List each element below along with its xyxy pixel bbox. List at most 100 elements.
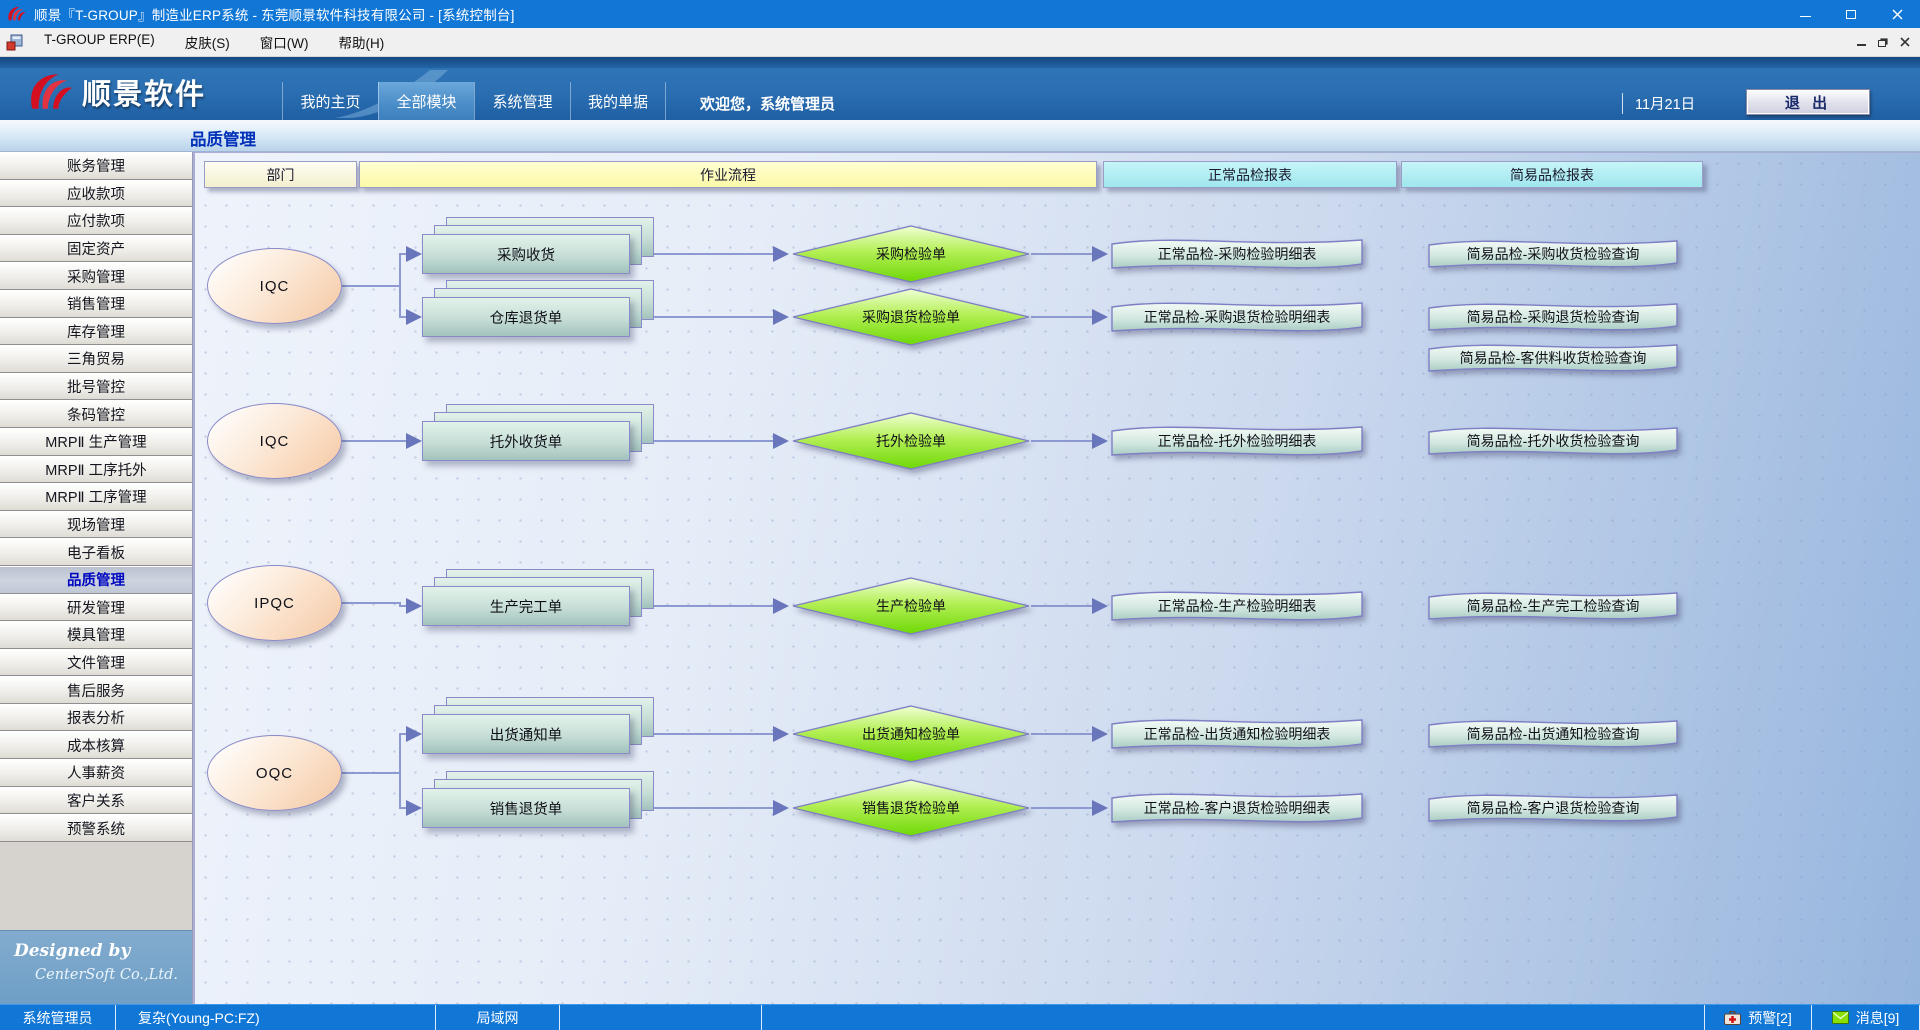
shunjing-logo-icon bbox=[26, 71, 72, 113]
tab-系统管理[interactable]: 系统管理 bbox=[474, 82, 570, 120]
report-node-正常品检-采购检验明细表[interactable]: 正常品检-采购检验明细表 bbox=[1110, 235, 1364, 273]
process-node-生产完工单[interactable]: 生产完工单 bbox=[422, 586, 630, 626]
query-node-简易品检-采购收货检验查询[interactable]: 简易品检-采购收货检验查询 bbox=[1427, 236, 1679, 272]
query-node-简易品检-客供料收货检验查询[interactable]: 简易品检-客供料收货检验查询 bbox=[1427, 340, 1679, 376]
sidebar-item-应付款项[interactable]: 应付款项 bbox=[0, 207, 192, 235]
app-header: 顺景软件 我的主页全部模块系统管理我的单据 欢迎您，系统管理员 11月21日 退… bbox=[0, 57, 1920, 120]
sidebar-item-人事薪资[interactable]: 人事薪资 bbox=[0, 759, 192, 787]
diamond-node-出货通知检验单[interactable]: 出货通知检验单 bbox=[791, 705, 1031, 763]
tab-全部模块[interactable]: 全部模块 bbox=[378, 82, 474, 120]
diamond-node-销售退货检验单[interactable]: 销售退货检验单 bbox=[791, 779, 1031, 837]
process-node-销售退货单[interactable]: 销售退货单 bbox=[422, 788, 630, 828]
status-user: 系统管理员 bbox=[0, 1005, 116, 1030]
maximize-button[interactable] bbox=[1828, 0, 1874, 28]
diamond-node-采购检验单[interactable]: 采购检验单 bbox=[791, 225, 1031, 283]
report-node-正常品检-客户退货检验明细表[interactable]: 正常品检-客户退货检验明细表 bbox=[1110, 789, 1364, 827]
status-bar: 系统管理员 复杂(Young-PC:FZ) 局域网 预警[2] 消息[9] bbox=[0, 1004, 1920, 1030]
exit-button[interactable]: 退 出 bbox=[1746, 89, 1870, 115]
process-node-仓库退货单[interactable]: 仓库退货单 bbox=[422, 297, 630, 337]
menu-items: T-GROUP ERP(E) 皮肤(S) 窗口(W) 帮助(H) bbox=[33, 28, 403, 56]
sidebar-item-现场管理[interactable]: 现场管理 bbox=[0, 511, 192, 539]
sidebar-item-报表分析[interactable]: 报表分析 bbox=[0, 704, 192, 732]
process-node-托外收货单[interactable]: 托外收货单 bbox=[422, 421, 630, 461]
query-node-简易品检-出货通知检验查询[interactable]: 简易品检-出货通知检验查询 bbox=[1427, 716, 1679, 752]
welcome-text: 欢迎您，系统管理员 bbox=[700, 93, 835, 114]
department-ellipse-iqc-1: IQC bbox=[207, 403, 342, 479]
sidebar-item-售后服务[interactable]: 售后服务 bbox=[0, 676, 192, 704]
sidebar-item-MRPⅡ 生产管理[interactable]: MRPⅡ 生产管理 bbox=[0, 428, 192, 456]
alerts-label: 预警[2] bbox=[1748, 1008, 1792, 1028]
form-icon bbox=[6, 34, 23, 51]
designed-by-company: CenterSoft Co.,Ltd. bbox=[14, 967, 178, 983]
lane-header-部门: 部门 bbox=[204, 161, 357, 188]
sidebar-item-固定资产[interactable]: 固定资产 bbox=[0, 235, 192, 263]
query-node-简易品检-生产完工检验查询[interactable]: 简易品检-生产完工检验查询 bbox=[1427, 588, 1679, 624]
brand-logo: 顺景软件 bbox=[26, 71, 206, 113]
mdi-restore-button[interactable] bbox=[1872, 32, 1894, 52]
process-node-采购收货[interactable]: 采购收货 bbox=[422, 234, 630, 274]
diamond-node-托外检验单[interactable]: 托外检验单 bbox=[791, 412, 1031, 470]
menu-item-3[interactable]: 帮助(H) bbox=[328, 28, 396, 56]
status-empty-segment bbox=[560, 1005, 762, 1030]
maximize-icon bbox=[1846, 10, 1856, 19]
sidebar-item-账务管理[interactable]: 账务管理 bbox=[0, 152, 192, 180]
report-node-正常品检-生产检验明细表[interactable]: 正常品检-生产检验明细表 bbox=[1110, 587, 1364, 625]
close-button[interactable] bbox=[1874, 0, 1920, 28]
sidebar-item-MRPⅡ 工序管理[interactable]: MRPⅡ 工序管理 bbox=[0, 483, 192, 511]
report-node-正常品检-托外检验明细表[interactable]: 正常品检-托外检验明细表 bbox=[1110, 422, 1364, 460]
sub-header: 品质管理 bbox=[0, 120, 1920, 152]
sidebar-item-预警系统[interactable]: 预警系统 bbox=[0, 814, 192, 842]
menu-item-2[interactable]: 窗口(W) bbox=[249, 28, 320, 56]
query-node-简易品检-采购退货检验查询[interactable]: 简易品检-采购退货检验查询 bbox=[1427, 299, 1679, 335]
messages-button[interactable]: 消息[9] bbox=[1812, 1005, 1920, 1030]
sidebar-item-库存管理[interactable]: 库存管理 bbox=[0, 318, 192, 346]
diamond-node-生产检验单[interactable]: 生产检验单 bbox=[791, 577, 1031, 635]
sidebar-item-客户关系[interactable]: 客户关系 bbox=[0, 787, 192, 815]
sidebar-item-销售管理[interactable]: 销售管理 bbox=[0, 290, 192, 318]
designed-by-text: Designed by bbox=[14, 941, 178, 961]
title-bar: 顺景『T-GROUP』制造业ERP系统 - 东莞顺景软件科技有限公司 - [系统… bbox=[0, 0, 1920, 28]
lane-header-作业流程: 作业流程 bbox=[359, 161, 1097, 188]
sidebar-item-研发管理[interactable]: 研发管理 bbox=[0, 594, 192, 622]
sidebar-item-批号管控[interactable]: 批号管控 bbox=[0, 373, 192, 401]
sidebar-item-应收款项[interactable]: 应收款项 bbox=[0, 180, 192, 208]
sidebar-item-成本核算[interactable]: 成本核算 bbox=[0, 731, 192, 759]
close-icon bbox=[1892, 9, 1903, 20]
restore-icon bbox=[1878, 40, 1886, 47]
mdi-close-button[interactable] bbox=[1894, 32, 1916, 52]
query-node-简易品检-托外收货检验查询[interactable]: 简易品检-托外收货检验查询 bbox=[1427, 423, 1679, 459]
query-node-简易品检-客户退货检验查询[interactable]: 简易品检-客户退货检验查询 bbox=[1427, 790, 1679, 826]
menu-item-1[interactable]: 皮肤(S) bbox=[174, 28, 241, 56]
header-tabs: 我的主页全部模块系统管理我的单据 bbox=[282, 82, 666, 120]
sidebar-item-电子看板[interactable]: 电子看板 bbox=[0, 538, 192, 566]
sidebar-item-文件管理[interactable]: 文件管理 bbox=[0, 649, 192, 677]
report-node-正常品检-采购退货检验明细表[interactable]: 正常品检-采购退货检验明细表 bbox=[1110, 298, 1364, 336]
alerts-button[interactable]: 预警[2] bbox=[1704, 1005, 1812, 1030]
sidebar-item-三角贸易[interactable]: 三角贸易 bbox=[0, 345, 192, 373]
window-title: 顺景『T-GROUP』制造业ERP系统 - 东莞顺景软件科技有限公司 - [系统… bbox=[34, 4, 515, 24]
report-node-正常品检-出货通知检验明细表[interactable]: 正常品检-出货通知检验明细表 bbox=[1110, 715, 1364, 753]
sidebar-item-品质管理[interactable]: 品质管理 bbox=[0, 566, 192, 594]
status-network: 局域网 bbox=[436, 1005, 560, 1030]
lane-header-正常品检报表: 正常品检报表 bbox=[1103, 161, 1397, 188]
date-text: 11月21日 bbox=[1622, 93, 1695, 114]
app-logo-icon bbox=[6, 4, 26, 24]
diamond-node-采购退货检验单[interactable]: 采购退货检验单 bbox=[791, 288, 1031, 346]
minimize-button[interactable] bbox=[1782, 0, 1828, 28]
process-node-出货通知单[interactable]: 出货通知单 bbox=[422, 714, 630, 754]
designed-by-panel: Designed by CenterSoft Co.,Ltd. bbox=[0, 930, 192, 1004]
tab-我的主页[interactable]: 我的主页 bbox=[282, 82, 378, 120]
envelope-icon bbox=[1832, 1011, 1849, 1024]
sidebar: 账务管理应收款项应付款项固定资产采购管理销售管理库存管理三角贸易批号管控条码管控… bbox=[0, 152, 193, 1004]
first-aid-kit-icon bbox=[1724, 1011, 1741, 1025]
department-ellipse-oqc-3: OQC bbox=[207, 735, 342, 811]
header-top-strip bbox=[0, 57, 1920, 68]
minimize-icon bbox=[1857, 44, 1866, 46]
tab-我的单据[interactable]: 我的单据 bbox=[570, 82, 666, 120]
sidebar-item-MRPⅡ 工序托外[interactable]: MRPⅡ 工序托外 bbox=[0, 456, 192, 484]
sidebar-item-模具管理[interactable]: 模具管理 bbox=[0, 621, 192, 649]
sidebar-item-条码管控[interactable]: 条码管控 bbox=[0, 400, 192, 428]
sidebar-item-采购管理[interactable]: 采购管理 bbox=[0, 262, 192, 290]
mdi-minimize-button[interactable] bbox=[1850, 32, 1872, 52]
menu-item-0[interactable]: T-GROUP ERP(E) bbox=[33, 28, 166, 56]
